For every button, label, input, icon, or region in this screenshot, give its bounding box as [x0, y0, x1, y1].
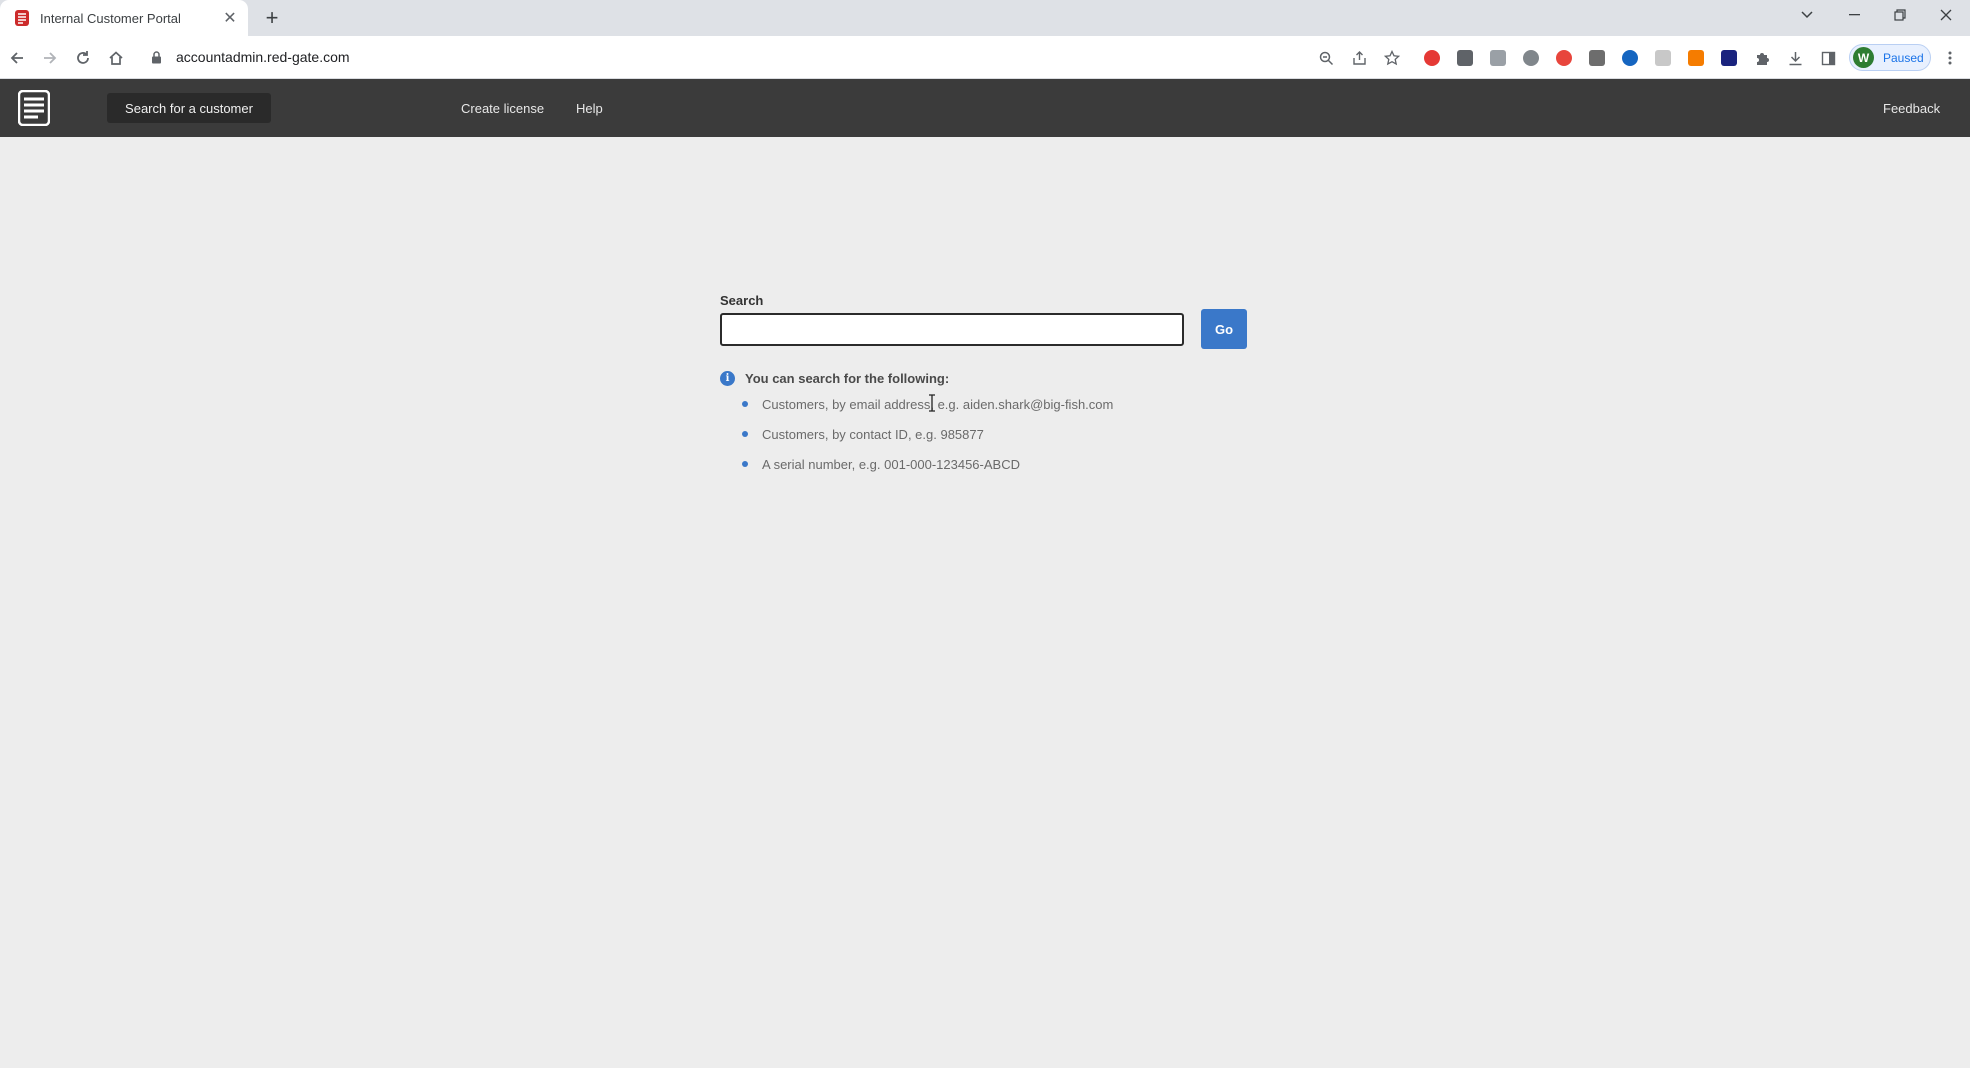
nav-help[interactable]: Help: [576, 79, 603, 137]
search-input[interactable]: [720, 313, 1184, 346]
close-icon[interactable]: ✕: [216, 4, 244, 32]
share-icon[interactable]: [1348, 47, 1370, 69]
list-item: Customers, by contact ID, e.g. 985877: [741, 419, 1113, 449]
extension-icon[interactable]: [1487, 47, 1509, 69]
search-label: Search: [720, 293, 764, 308]
side-panel-icon[interactable]: [1817, 47, 1839, 69]
profile-button[interactable]: W Paused: [1849, 44, 1931, 71]
redgate-logo-icon[interactable]: [17, 89, 51, 127]
hint-title: You can search for the following:: [745, 371, 950, 386]
new-tab-icon[interactable]: +: [258, 4, 286, 32]
restore-icon[interactable]: [1877, 0, 1923, 30]
redgate-favicon-icon: [14, 10, 30, 26]
extension-icon[interactable]: [1619, 47, 1641, 69]
hint-text: Customers, by email address, e.g. aiden.…: [762, 396, 1114, 412]
hint-text: A serial number, e.g. 001-000-123456-ABC…: [762, 456, 1020, 472]
nav-create-license[interactable]: Create license: [461, 79, 544, 137]
lock-icon[interactable]: [148, 49, 164, 65]
adblock-extension-icon[interactable]: [1421, 47, 1443, 69]
bookmark-star-icon[interactable]: [1381, 47, 1403, 69]
search-hint: i You can search for the following:: [720, 371, 949, 386]
nav-search-customer[interactable]: Search for a customer: [107, 93, 271, 123]
minimize-icon[interactable]: [1831, 0, 1877, 30]
info-icon: i: [720, 371, 735, 386]
tab-title: Internal Customer Portal: [40, 10, 181, 26]
app-navbar: Search for a customer Create license Hel…: [0, 79, 1970, 137]
list-item: A serial number, e.g. 001-000-123456-ABC…: [741, 449, 1113, 479]
url-text: accountadmin.red-gate.com: [176, 49, 350, 65]
puzzle-icon[interactable]: [1751, 47, 1773, 69]
avatar: W: [1853, 47, 1874, 68]
window-close-icon[interactable]: [1923, 0, 1969, 30]
zoom-icon[interactable]: [1315, 47, 1337, 69]
profile-status: Paused: [1883, 50, 1924, 65]
browser-tab[interactable]: Internal Customer Portal ✕: [0, 0, 248, 36]
reload-icon[interactable]: [68, 43, 98, 73]
extension-icon[interactable]: [1553, 47, 1575, 69]
tab-search-icon[interactable]: [1784, 0, 1830, 30]
go-button[interactable]: Go: [1201, 309, 1247, 349]
extension-icon[interactable]: [1652, 47, 1674, 69]
download-icon[interactable]: [1784, 47, 1806, 69]
forward-icon[interactable]: [35, 43, 65, 73]
browser-toolbar: accountadmin.red-gate.com W Paused: [0, 36, 1970, 79]
extension-icon[interactable]: [1718, 47, 1740, 69]
bullet-icon: [742, 401, 748, 407]
extension-icon[interactable]: [1454, 47, 1476, 69]
back-icon[interactable]: [2, 43, 32, 73]
bullet-icon: [742, 431, 748, 437]
more-menu-icon[interactable]: [1939, 47, 1961, 69]
hint-text: Customers, by contact ID, e.g. 985877: [762, 426, 984, 442]
extension-icon[interactable]: [1685, 47, 1707, 69]
address-bar[interactable]: accountadmin.red-gate.com: [142, 41, 1417, 73]
extension-icon[interactable]: [1586, 47, 1608, 69]
home-icon[interactable]: [101, 43, 131, 73]
browser-tabstrip: Internal Customer Portal ✕ +: [0, 0, 1970, 36]
bullet-icon: [742, 461, 748, 467]
text-cursor-icon: [928, 394, 936, 412]
nav-feedback[interactable]: Feedback: [1883, 79, 1940, 137]
extension-icon[interactable]: [1520, 47, 1542, 69]
